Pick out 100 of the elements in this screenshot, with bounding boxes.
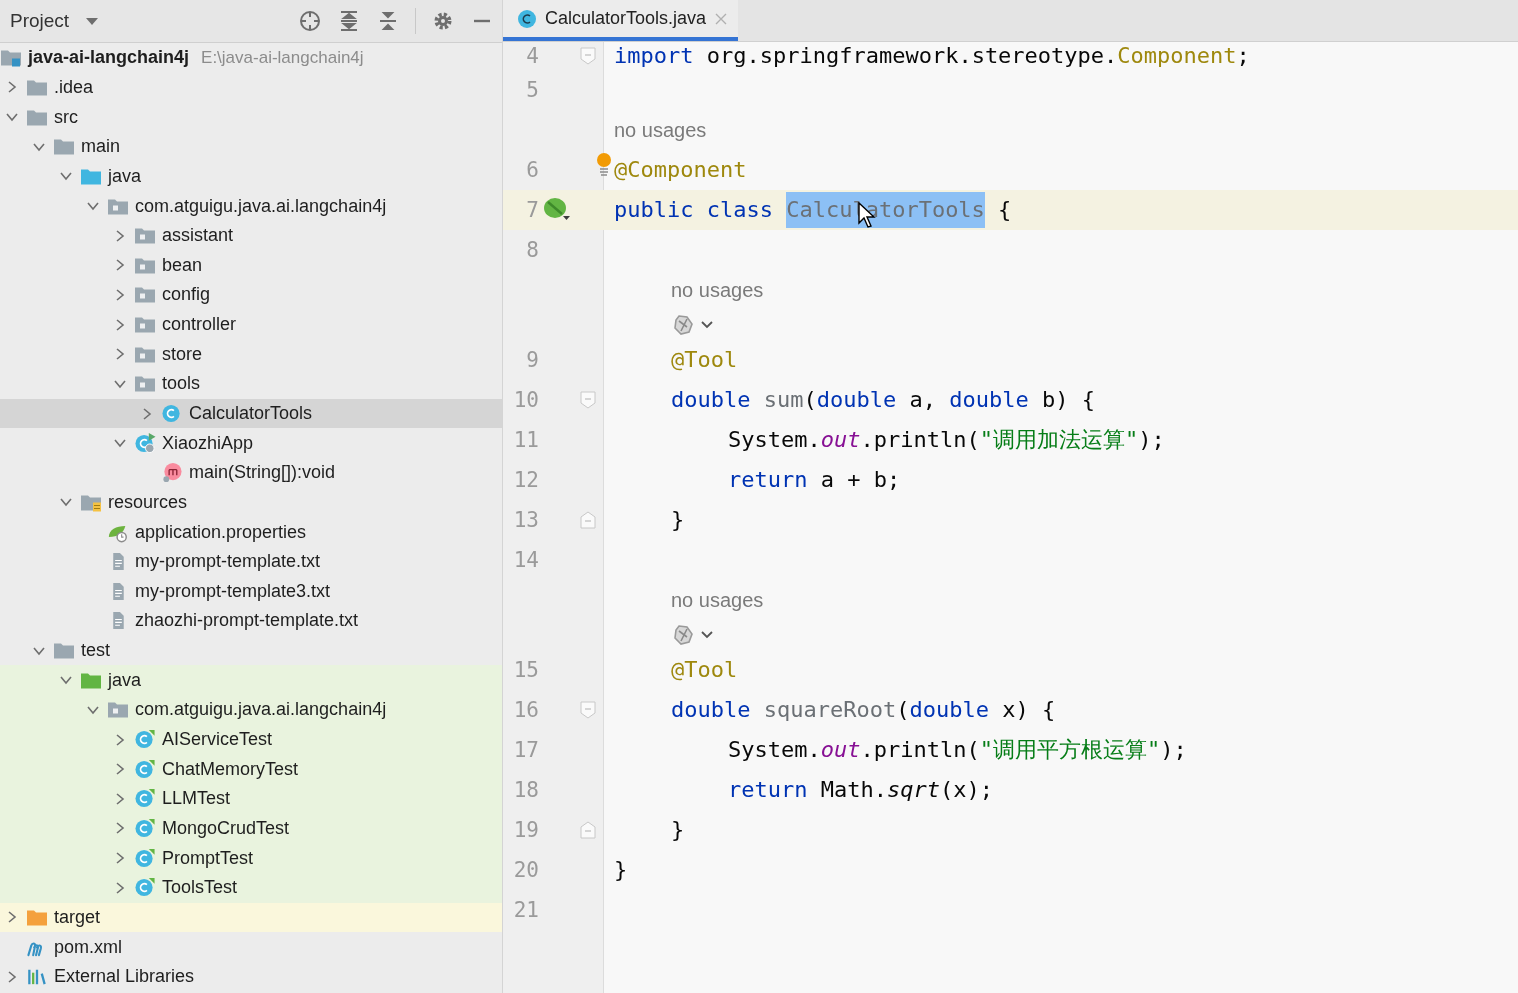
project-view-dropdown[interactable]: Project [10, 8, 100, 34]
tree-item[interactable]: config [0, 280, 502, 310]
tree-item[interactable]: java [0, 665, 502, 696]
tree-item[interactable]: application.properties [0, 517, 502, 547]
test-class-icon [134, 877, 156, 899]
chevron-down-icon[interactable] [59, 674, 73, 687]
test-class-icon [134, 729, 156, 751]
lightbulb-icon[interactable] [596, 152, 612, 178]
tree-item[interactable]: java-ai-langchain4j E:\java-ai-langchain4j [0, 43, 502, 73]
chevron-right-icon[interactable] [114, 228, 126, 243]
tree-item[interactable]: my-prompt-template3.txt [0, 576, 502, 607]
tree-item[interactable]: pom.xml [0, 932, 502, 962]
chevron-right-icon[interactable] [114, 851, 126, 866]
tree-item[interactable]: tools [0, 369, 502, 399]
line-number: 13 [512, 508, 539, 532]
project-path: E:\java-ai-langchain4j [201, 47, 364, 68]
tree-item[interactable]: my-prompt-template.txt [0, 546, 502, 577]
tree-item[interactable]: bean [0, 250, 502, 281]
line-number: 7 [525, 198, 539, 222]
tree-item[interactable]: .idea [0, 72, 502, 103]
line-number: 21 [512, 898, 539, 922]
chevron-right-icon[interactable] [114, 880, 126, 895]
line-number: 15 [512, 658, 539, 682]
tree-item[interactable]: src [0, 102, 502, 132]
fold-start-icon[interactable] [580, 47, 596, 65]
chevron-right-icon[interactable] [114, 317, 126, 332]
chevron-right-icon[interactable] [114, 791, 126, 806]
chevron-right-icon[interactable] [114, 732, 126, 747]
line-number: 20 [512, 858, 539, 882]
code-line: @Tool [671, 656, 738, 684]
line-number: 5 [525, 78, 539, 102]
test-class-icon [134, 817, 156, 839]
chevron-down-icon[interactable] [699, 629, 715, 641]
line-number: 18 [512, 778, 539, 802]
code-line: @Tool [671, 346, 738, 374]
tree-item[interactable]: AIServiceTest [0, 724, 502, 755]
chevron-right-icon[interactable] [114, 762, 126, 777]
code-line: System.out.println("调用加法运算"); [728, 426, 1165, 454]
tree-item[interactable]: assistant [0, 220, 502, 251]
chevron-right-icon[interactable] [141, 406, 153, 421]
tree-item[interactable]: ToolsTest [0, 872, 502, 903]
tree-item[interactable]: PromptTest [0, 843, 502, 873]
chevron-right-icon[interactable] [6, 910, 18, 925]
code-line: } [671, 506, 685, 534]
line-number: 4 [525, 44, 539, 68]
chevron-down-icon[interactable] [59, 496, 73, 509]
code-line: @Component [614, 156, 747, 184]
chevron-down-icon[interactable] [699, 319, 715, 331]
tree-item[interactable]: target [0, 902, 502, 933]
tree-item[interactable]: main(String[]):void [0, 457, 502, 488]
tree-item[interactable]: zhaozhi-prompt-template.txt [0, 606, 502, 636]
run-class-icon [134, 432, 156, 454]
usages-hint[interactable]: no usages [614, 118, 707, 142]
line-number: 9 [525, 348, 539, 372]
chevron-down-icon[interactable] [59, 170, 73, 183]
line-number: 11 [512, 428, 539, 452]
tree-item[interactable]: com.atguigu.java.ai.langchain4j [0, 191, 502, 221]
tree-item[interactable]: ChatMemoryTest [0, 754, 502, 784]
usages-hint[interactable]: no usages [671, 588, 764, 612]
code-line: return a + b; [728, 466, 901, 494]
fold-start-icon[interactable] [580, 391, 596, 409]
test-class-icon [134, 758, 156, 780]
tree-item[interactable]: com.atguigu.java.ai.langchain4j [0, 695, 502, 725]
tree-item[interactable]: main [0, 131, 502, 162]
tree-item[interactable]: CalculatorTools [0, 398, 502, 429]
tree-item[interactable]: controller [0, 309, 502, 340]
test-class-icon [134, 847, 156, 869]
test-class-icon [134, 788, 156, 810]
code-line: return Math.sqrt(x); [728, 776, 993, 804]
code-line: double sum(double a, double b) { [671, 386, 1095, 414]
code-line: double squareRoot(double x) { [671, 696, 1056, 724]
chevron-down-icon[interactable] [113, 437, 127, 450]
fold-start-icon[interactable] [580, 701, 596, 719]
line-number: 14 [512, 548, 539, 572]
tree-item[interactable]: java [0, 161, 502, 192]
usages-hint[interactable]: no usages [671, 278, 764, 302]
code-line: System.out.println("调用平方根运算"); [728, 736, 1187, 764]
tree-item[interactable]: XiaozhiApp [0, 428, 502, 458]
tree-item[interactable]: resources [0, 487, 502, 518]
line-number: 17 [512, 738, 539, 762]
chevron-right-icon[interactable] [6, 80, 18, 95]
chevron-right-icon[interactable] [6, 969, 18, 984]
tree-item[interactable]: store [0, 339, 502, 370]
chevron-right-icon[interactable] [114, 258, 126, 273]
tree-item[interactable]: LLMTest [0, 784, 502, 814]
chevron-down-icon[interactable] [86, 200, 100, 212]
class-icon [161, 403, 183, 424]
chevron-right-icon[interactable] [114, 347, 126, 362]
chevron-right-icon[interactable] [114, 287, 126, 302]
locate-icon[interactable] [298, 9, 322, 33]
code-line: } [614, 856, 628, 884]
file-tab[interactable]: CalculatorTools.java [503, 0, 739, 41]
chevron-down-icon[interactable] [5, 111, 19, 124]
line-number: 8 [525, 238, 539, 262]
line-number: 19 [512, 818, 539, 842]
tree-item[interactable]: MongoCrudTest [0, 813, 502, 844]
chevron-right-icon[interactable] [114, 821, 126, 836]
tree-item[interactable]: test [0, 635, 502, 666]
tree-item[interactable]: External Libraries [0, 961, 502, 992]
caret-icon [85, 16, 100, 26]
